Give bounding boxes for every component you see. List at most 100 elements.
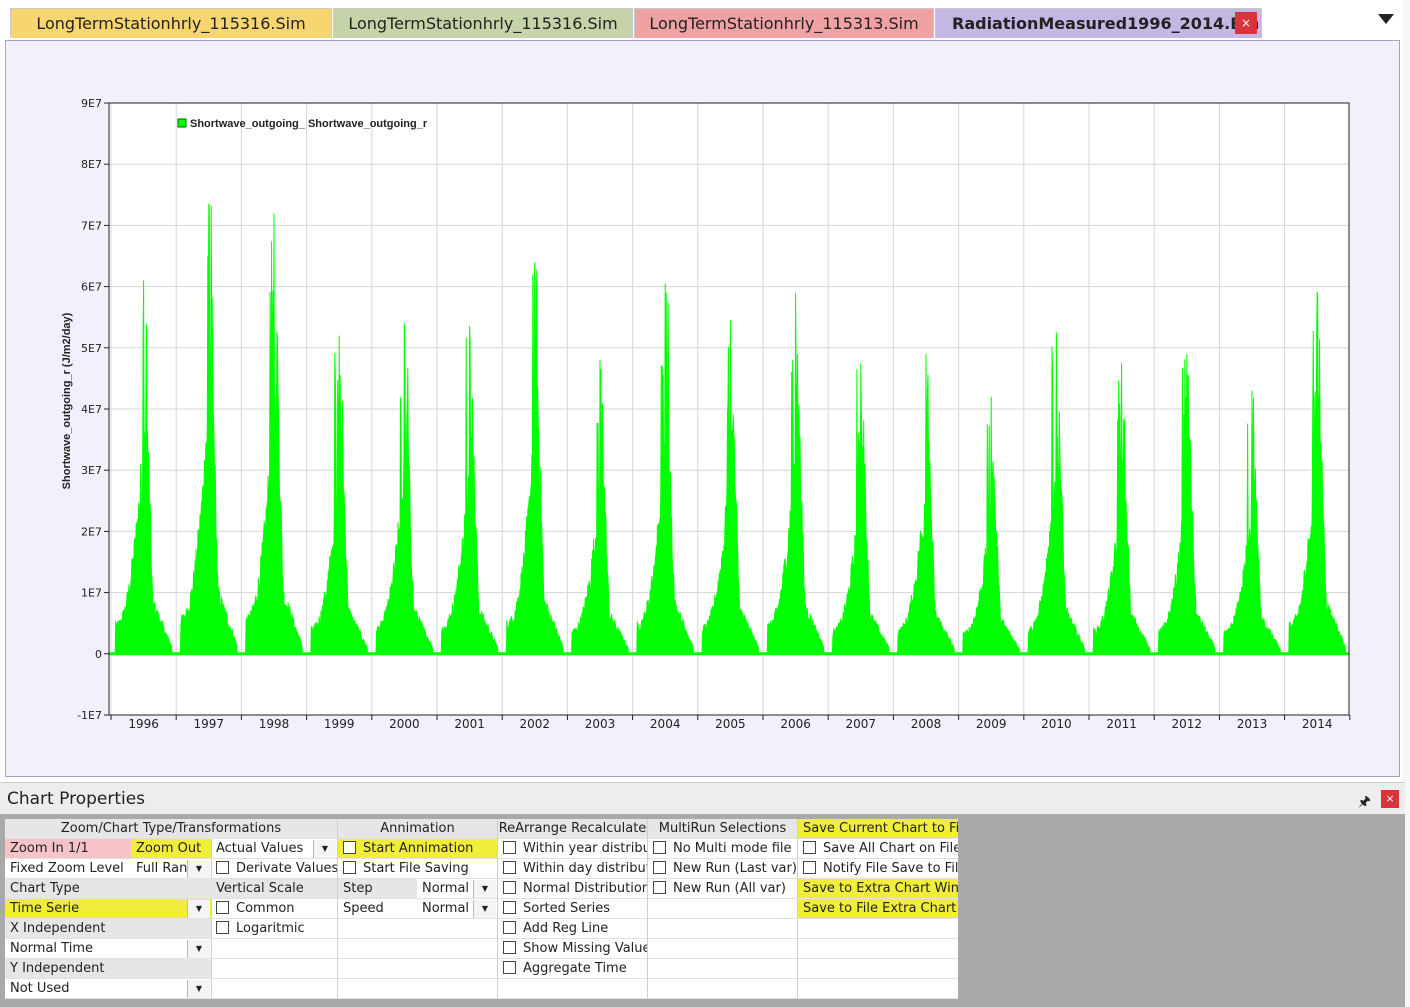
y-tick-label: 3E7 xyxy=(81,464,102,477)
animation-section-header: Annimation xyxy=(338,819,497,839)
checkbox-icon[interactable] xyxy=(653,841,666,854)
checkbox-icon[interactable] xyxy=(803,861,816,874)
empty-cell xyxy=(338,939,497,959)
add-reg-line-label: Add Reg Line xyxy=(523,921,609,936)
start-animation-checkbox[interactable]: Start Annimation xyxy=(338,839,497,859)
checkbox-icon[interactable] xyxy=(803,841,816,854)
notify-file-save-checkbox[interactable]: Notify File Save to File xyxy=(798,859,958,879)
zoom-out-button[interactable]: Zoom Out xyxy=(131,839,211,859)
panel-title: Chart Properties xyxy=(7,789,146,809)
y-tick-label: 8E7 xyxy=(81,158,102,171)
chevron-down-icon[interactable]: ▼ xyxy=(187,940,210,958)
aggregate-time-label: Aggregate Time xyxy=(523,961,627,976)
zoom-in-button[interactable]: Zoom In 1/1 xyxy=(5,839,131,859)
no-multi-mode-checkbox[interactable]: No Multi mode file xyxy=(648,839,797,859)
x-tick-label: 2000 xyxy=(389,717,420,731)
close-tab-icon[interactable]: × xyxy=(1235,12,1257,34)
step-value: Normal xyxy=(422,881,470,896)
save-all-chart-checkbox[interactable]: Save All Chart on File xyxy=(798,839,958,859)
empty-cell xyxy=(338,919,497,939)
chevron-down-icon[interactable]: ▼ xyxy=(473,880,496,898)
sorted-series-checkbox[interactable]: Sorted Series xyxy=(498,899,647,919)
checkbox-icon[interactable] xyxy=(653,861,666,874)
vertical-scale-label: Vertical Scale xyxy=(211,879,337,899)
x-tick-label: 2007 xyxy=(846,717,877,731)
chevron-down-icon[interactable]: ▼ xyxy=(313,840,336,858)
empty-cell xyxy=(798,939,958,959)
x-tick-label: 2005 xyxy=(715,717,746,731)
save-extra-window-button[interactable]: Save to Extra Chart Windo xyxy=(798,879,958,899)
empty-cell xyxy=(338,979,497,999)
x-tick-label: 2014 xyxy=(1302,717,1333,731)
checkbox-icon[interactable] xyxy=(503,861,516,874)
within-year-checkbox[interactable]: Within year distributio xyxy=(498,839,647,859)
pin-icon[interactable]: 🖈 xyxy=(1358,791,1371,815)
chevron-down-icon[interactable]: ▼ xyxy=(187,860,210,878)
checkbox-icon[interactable] xyxy=(503,961,516,974)
chart-svg[interactable]: -1E7 0 1E7 2E7 3E7 4E7 5E7 6E7 7E7 8E7 9E7 1996 1997… xyxy=(6,41,1399,776)
chart-type-select[interactable]: Time Serie xyxy=(5,899,211,919)
tab-longterm-115313[interactable]: LongTermStationhrly_115313.Sim xyxy=(634,8,934,38)
new-run-last-var-checkbox[interactable]: New Run (Last var) xyxy=(648,859,797,879)
x-tick-label: 2011 xyxy=(1106,717,1137,731)
add-reg-line-checkbox[interactable]: Add Reg Line xyxy=(498,919,647,939)
checkbox-icon[interactable] xyxy=(503,881,516,894)
y-independent-select[interactable]: Not Used xyxy=(5,979,211,999)
logaritmic-checkbox[interactable]: Logaritmic xyxy=(211,919,337,939)
checkbox-icon[interactable] xyxy=(503,921,516,934)
y-tick-label: 5E7 xyxy=(81,342,102,355)
new-run-all-var-checkbox[interactable]: New Run (All var) xyxy=(648,879,797,899)
chart-type-value: Time Serie xyxy=(10,901,80,916)
checkbox-icon[interactable] xyxy=(216,901,229,914)
aggregate-time-checkbox[interactable]: Aggregate Time xyxy=(498,959,647,979)
fixed-zoom-level-label: Fixed Zoom Level xyxy=(5,859,131,879)
tab-radiation-measured[interactable]: RadiationMeasured1996_2014.Bin xyxy=(935,8,1262,38)
x-tick-label: 1998 xyxy=(259,717,290,731)
show-missing-value-checkbox[interactable]: Show Missing Value xyxy=(498,939,647,959)
save-extra-chart-button[interactable]: Save to File Extra Chart xyxy=(798,899,958,919)
empty-cell xyxy=(338,959,497,979)
x-tick-label: 2012 xyxy=(1172,717,1203,731)
normal-distribution-checkbox[interactable]: Normal Distribution xyxy=(498,879,647,899)
checkbox-icon[interactable] xyxy=(216,921,229,934)
speed-value: Normal xyxy=(422,901,470,916)
checkbox-icon[interactable] xyxy=(216,861,229,874)
x-tick-label: 2010 xyxy=(1041,717,1072,731)
y-tick-label: 9E7 xyxy=(81,97,102,110)
y-tick-label: -1E7 xyxy=(77,709,102,722)
empty-cell xyxy=(498,979,647,999)
tab-longterm-115316-a[interactable]: LongTermStationhrly_115316.Sim xyxy=(10,8,332,38)
zoom-section-header: Zoom/Chart Type/Transformations xyxy=(5,819,337,839)
chart-type-label: Chart Type xyxy=(5,879,211,899)
close-panel-icon[interactable]: × xyxy=(1381,790,1399,808)
y-independent-value: Not Used xyxy=(10,981,70,996)
chevron-down-icon[interactable]: ▼ xyxy=(187,980,210,998)
start-file-saving-checkbox[interactable]: Start File Saving xyxy=(338,859,497,879)
step-label: Step xyxy=(338,879,417,899)
empty-cell xyxy=(648,899,797,919)
chevron-down-icon[interactable]: ▼ xyxy=(473,900,496,918)
x-independent-select[interactable]: Normal Time xyxy=(5,939,211,959)
checkbox-icon[interactable] xyxy=(343,841,356,854)
sorted-series-label: Sorted Series xyxy=(523,901,611,916)
checkbox-icon[interactable] xyxy=(503,941,516,954)
tab-longterm-115316-b[interactable]: LongTermStationhrly_115316.Sim xyxy=(333,8,633,38)
checkbox-icon[interactable] xyxy=(503,901,516,914)
common-scale-checkbox[interactable]: Common xyxy=(211,899,337,919)
x-tick-label: 2013 xyxy=(1237,717,1268,731)
save-current-chart-button[interactable]: Save Current Chart to File xyxy=(798,819,958,839)
chart-frame: -1E7 0 1E7 2E7 3E7 4E7 5E7 6E7 7E7 8E7 9E7 1996 1997… xyxy=(5,40,1400,777)
tab-list-dropdown-icon[interactable] xyxy=(1378,14,1394,24)
checkbox-icon[interactable] xyxy=(653,881,666,894)
derivate-values-checkbox[interactable]: Derivate Values xyxy=(211,859,337,879)
x-tick-label: 1997 xyxy=(194,717,225,731)
chevron-down-icon[interactable]: ▼ xyxy=(187,900,210,918)
within-day-checkbox[interactable]: Within day distribution xyxy=(498,859,647,879)
x-tick-label: 1999 xyxy=(324,717,355,731)
checkbox-icon[interactable] xyxy=(343,861,356,874)
checkbox-icon[interactable] xyxy=(503,841,516,854)
y-independent-label: Y Independent xyxy=(5,959,211,979)
y-axis-label: Shortwave_outgoing_r (J/m2/day) xyxy=(61,312,73,489)
derivate-values-label: Derivate Values xyxy=(236,861,337,876)
normal-distribution-label: Normal Distribution xyxy=(523,881,647,896)
